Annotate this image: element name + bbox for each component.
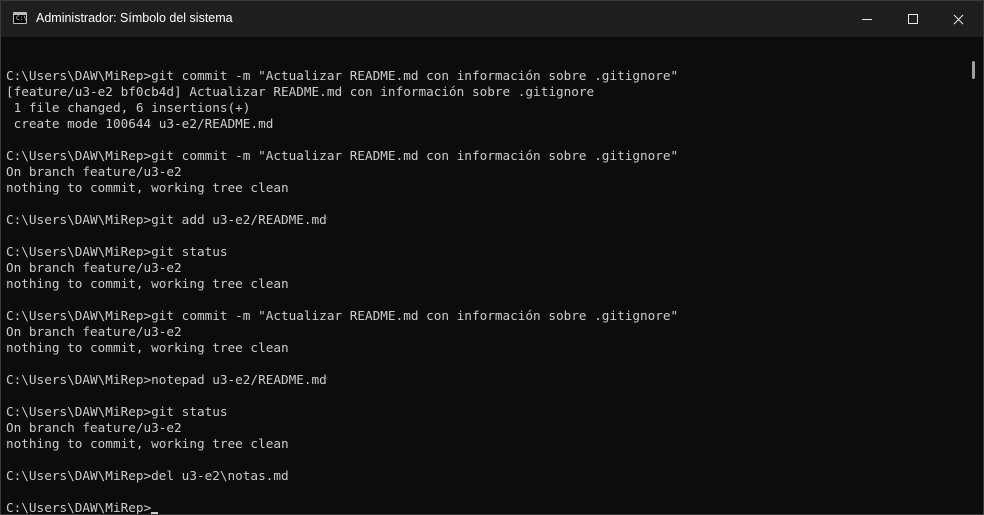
console-line: On branch feature/u3-e2 xyxy=(6,164,182,179)
console-line: C:\Users\DAW\MiRep>git status xyxy=(6,244,228,259)
console-line: nothing to commit, working tree clean xyxy=(6,436,289,451)
console-line: nothing to commit, working tree clean xyxy=(6,340,289,355)
minimize-icon[interactable] xyxy=(844,1,890,37)
window-title: Administrador: Símbolo del sistema xyxy=(36,11,233,25)
console-line: C:\Users\DAW\MiRep>git status xyxy=(6,404,228,419)
console-line: create mode 100644 u3-e2/README.md xyxy=(6,116,274,131)
current-prompt: C:\Users\DAW\MiRep> xyxy=(6,500,152,515)
console-line: C:\Users\DAW\MiRep>git add u3-e2/README.… xyxy=(6,212,327,227)
console-lines: C:\Users\DAW\MiRep>git commit -m "Actual… xyxy=(6,68,961,500)
maximize-icon[interactable] xyxy=(890,1,936,37)
text-cursor xyxy=(151,512,159,514)
close-icon[interactable] xyxy=(936,1,982,37)
console-output[interactable]: C:\Users\DAW\MiRep>git commit -m "Actual… xyxy=(6,68,961,515)
prompt-line[interactable]: C:\Users\DAW\MiRep> xyxy=(6,500,961,515)
console-line: nothing to commit, working tree clean xyxy=(6,276,289,291)
console-line: 1 file changed, 6 insertions(+) xyxy=(6,100,251,115)
console-line: C:\Users\DAW\MiRep>git commit -m "Actual… xyxy=(6,68,679,83)
console-line: C:\Users\DAW\MiRep>notepad u3-e2/README.… xyxy=(6,372,327,387)
console-line: [feature/u3-e2 bf0cb4d] Actualizar READM… xyxy=(6,84,595,99)
console-line: nothing to commit, working tree clean xyxy=(6,180,289,195)
console-line: C:\Users\DAW\MiRep>git commit -m "Actual… xyxy=(6,308,679,323)
console-line: C:\Users\DAW\MiRep>git commit -m "Actual… xyxy=(6,148,679,163)
cmd-icon-label: C:\ xyxy=(16,15,27,22)
console-line: On branch feature/u3-e2 xyxy=(6,324,182,339)
cmd-icon[interactable]: C:\ xyxy=(13,12,27,24)
console-line: On branch feature/u3-e2 xyxy=(6,260,182,275)
console-line: On branch feature/u3-e2 xyxy=(6,420,182,435)
command-prompt-window: C:\ Administrador: Símbolo del sistema C… xyxy=(0,0,984,515)
console-line: C:\Users\DAW\MiRep>del u3-e2\notas.md xyxy=(6,468,289,483)
title-bar[interactable]: C:\ Administrador: Símbolo del sistema xyxy=(1,1,983,37)
scrollbar-thumb[interactable] xyxy=(972,61,975,79)
vertical-scrollbar[interactable] xyxy=(967,38,982,514)
